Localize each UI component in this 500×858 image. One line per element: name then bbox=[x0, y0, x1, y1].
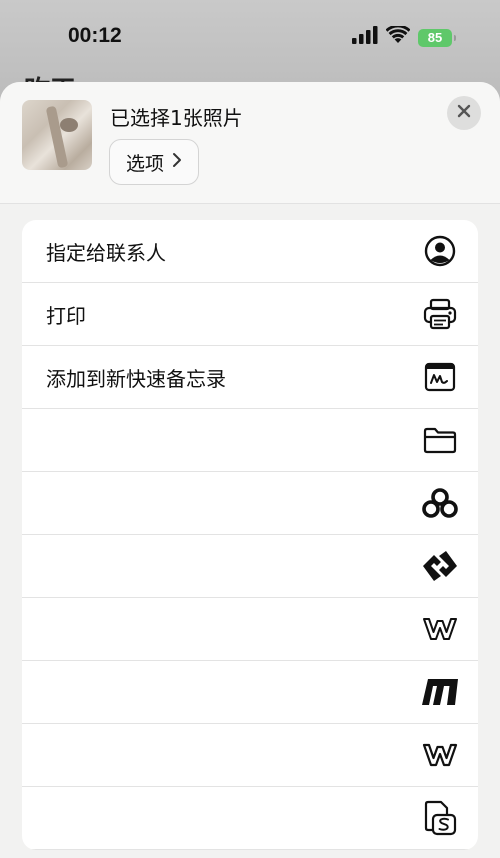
diamond-link-icon bbox=[420, 546, 460, 586]
action-list: 指定给联系人 打印 添加到新快速备忘录 bbox=[22, 220, 478, 850]
person-circle-icon bbox=[420, 231, 460, 271]
status-icons: 85 bbox=[352, 24, 456, 49]
action-row-print[interactable]: 打印 bbox=[22, 283, 478, 346]
chevron-right-icon bbox=[172, 151, 182, 173]
slanted-bars-icon bbox=[420, 672, 460, 712]
printer-icon bbox=[420, 294, 460, 334]
wifi-icon bbox=[385, 24, 411, 49]
share-sheet-title: 已选择1张照片 bbox=[110, 106, 243, 130]
cellular-signal-icon bbox=[352, 26, 378, 49]
action-row-files[interactable] bbox=[22, 409, 478, 472]
action-label: 指定给联系人 bbox=[46, 240, 166, 265]
action-row-app-3[interactable] bbox=[22, 598, 478, 661]
close-icon bbox=[457, 104, 471, 123]
status-bar: 00:12 85 bbox=[0, 0, 500, 72]
wps-w-icon bbox=[420, 735, 460, 775]
share-sheet: 已选择1张照片 选项 指定给联系人 打印 添加到新快速备忘录 bbox=[0, 82, 500, 858]
status-time: 00:12 bbox=[68, 24, 122, 47]
options-label: 选项 bbox=[125, 152, 164, 175]
action-label: 打印 bbox=[46, 303, 86, 328]
action-label: 添加到新快速备忘录 bbox=[46, 366, 226, 391]
action-row-app-1[interactable] bbox=[22, 472, 478, 535]
photo-thumbnail bbox=[22, 100, 92, 170]
action-row-app-2[interactable] bbox=[22, 535, 478, 598]
document-s-icon bbox=[420, 798, 460, 838]
close-button[interactable] bbox=[447, 96, 481, 130]
action-row-app-4[interactable] bbox=[22, 661, 478, 724]
folder-icon bbox=[420, 420, 460, 460]
battery-icon: 85 bbox=[418, 28, 456, 47]
baidu-netdisk-icon bbox=[420, 483, 460, 523]
options-button[interactable]: 选项 bbox=[109, 139, 199, 185]
action-row-assign-contact[interactable]: 指定给联系人 bbox=[22, 220, 478, 283]
action-row-app-5[interactable] bbox=[22, 724, 478, 787]
action-row-app-6[interactable] bbox=[22, 787, 478, 850]
wps-w-outline-icon bbox=[420, 609, 460, 649]
action-row-quick-note[interactable]: 添加到新快速备忘录 bbox=[22, 346, 478, 409]
quick-note-icon bbox=[420, 357, 460, 397]
share-sheet-header: 已选择1张照片 选项 bbox=[0, 82, 500, 204]
